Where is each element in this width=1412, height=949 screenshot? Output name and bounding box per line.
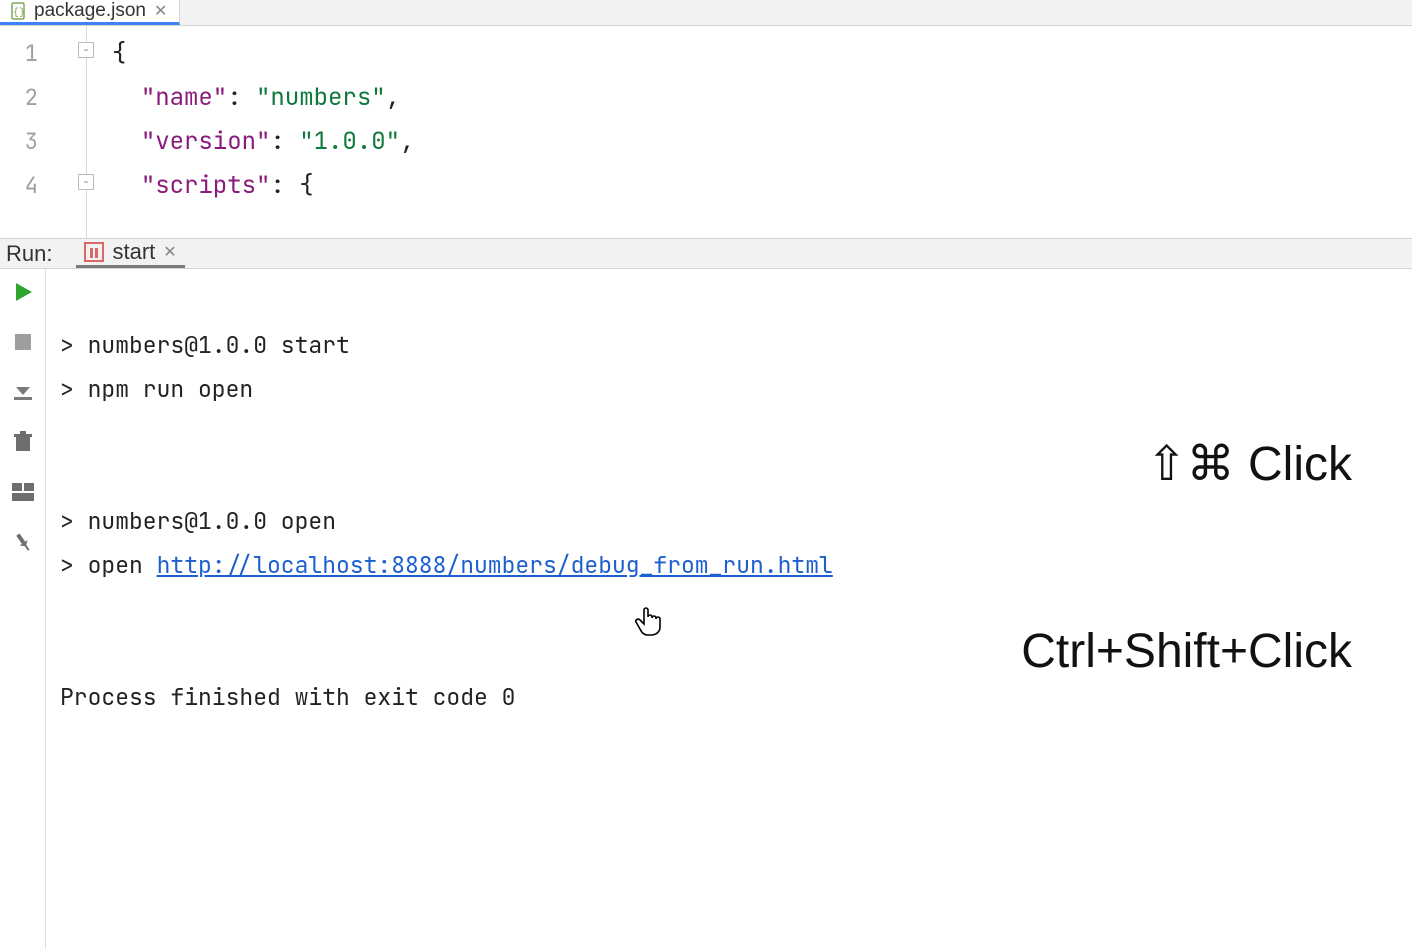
run-config-label: start: [112, 239, 155, 265]
json-file-icon: {}: [10, 2, 28, 20]
close-icon[interactable]: ✕: [152, 1, 169, 21]
fold-toggle-icon[interactable]: −: [78, 42, 94, 58]
stop-button[interactable]: [10, 329, 36, 355]
pin-icon[interactable]: [10, 529, 36, 555]
hand-cursor-icon: [634, 517, 717, 725]
svg-text:{}: {}: [13, 7, 25, 19]
console-line: > numbers@1.0.0 open: [60, 506, 336, 536]
editor-tab-bar: {} package.json ✕: [0, 0, 1412, 26]
console-output[interactable]: > numbers@1.0.0 start > npm run open > n…: [46, 269, 1412, 949]
console-url-link[interactable]: http://localhost:8888/numbers/debug_from…: [157, 550, 833, 580]
editor-gutter: 1 2 3 4: [0, 26, 56, 238]
console-line: > numbers@1.0.0 start: [60, 330, 350, 360]
layout-icon[interactable]: [10, 479, 36, 505]
shortcut-hint-win: Ctrl+Shift+Click: [1021, 621, 1352, 683]
run-config-tab-start[interactable]: start ✕: [76, 239, 184, 268]
console-line: Process finished with exit code 0: [60, 682, 515, 712]
line-number: 2: [0, 76, 56, 120]
close-icon[interactable]: ✕: [163, 242, 176, 262]
scroll-to-end-icon[interactable]: [10, 379, 36, 405]
shortcut-hint-overlay: ⇧⌘ Click Ctrl+Shift+Click: [1021, 309, 1352, 808]
run-actions-toolbar: [0, 269, 46, 949]
run-tool-window-header: Run: start ✕: [0, 238, 1412, 269]
line-number: 1: [0, 32, 56, 76]
shortcut-hint-mac: ⇧⌘ Click: [1021, 434, 1352, 496]
npm-run-icon: [84, 242, 104, 262]
line-number: 4: [0, 164, 56, 208]
run-button[interactable]: [10, 279, 36, 305]
console-line: > npm run open: [60, 374, 253, 404]
run-label: Run:: [6, 241, 52, 267]
code-content[interactable]: { "name": "numbers", "version": "1.0.0",…: [112, 26, 1412, 238]
run-tool-window-body: > numbers@1.0.0 start > npm run open > n…: [0, 269, 1412, 949]
console-line: > open http://localhost:8888/numbers/deb…: [60, 550, 833, 580]
fold-gutter: − −: [56, 26, 112, 238]
fold-toggle-icon[interactable]: −: [78, 174, 94, 190]
delete-icon[interactable]: [10, 429, 36, 455]
editor-tab-package-json[interactable]: {} package.json ✕: [0, 0, 180, 25]
editor-tab-label: package.json: [34, 0, 146, 22]
line-number: 3: [0, 120, 56, 164]
code-editor[interactable]: 1 2 3 4 − − { "name": "numbers", "versio…: [0, 26, 1412, 238]
